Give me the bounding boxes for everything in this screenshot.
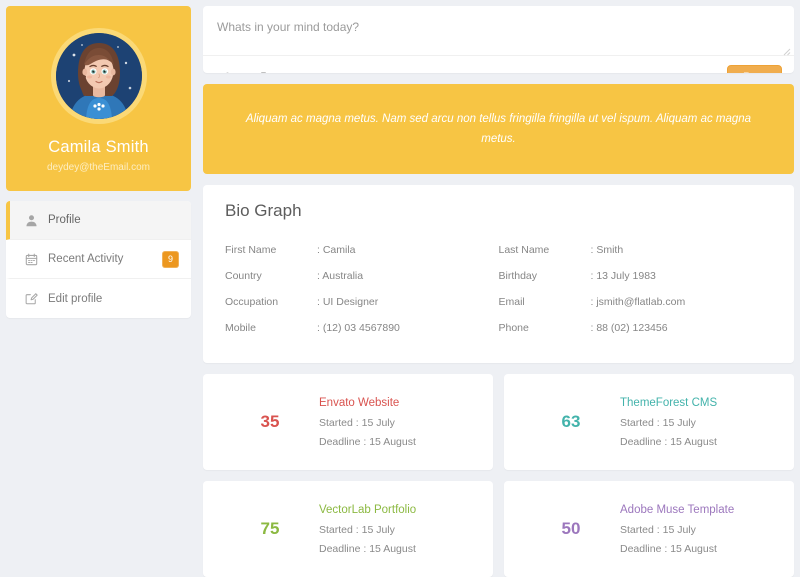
sidebar-item-recent-activity[interactable]: Recent Activity 9 — [6, 240, 191, 279]
project-title[interactable]: ThemeForest CMS — [620, 397, 776, 409]
sidebar-item-profile[interactable]: Profile — [6, 201, 191, 240]
sidebar: Camila Smith deydey@theEmail.com Profile — [6, 6, 191, 577]
avatar — [50, 28, 147, 124]
project-deadline: Deadline : 15 August — [620, 435, 717, 448]
status-badge: 9 — [161, 250, 179, 268]
profile-name: Camila Smith — [48, 138, 149, 156]
sidebar-item-label: Profile — [48, 214, 81, 226]
bio-row: Mobile : (12) 03 4567890 — [225, 315, 499, 341]
bio-row: Email : jsmith@flatlab.com — [499, 289, 773, 315]
project-started: Started : 15 July — [620, 523, 696, 536]
project-deadline: Deadline : 15 August — [319, 435, 416, 448]
bio-label: Birthday — [498, 270, 538, 282]
project-number: 50 — [561, 519, 581, 538]
post-toolbar: Post — [203, 56, 794, 73]
project-title[interactable]: VectorLab Portfolio — [319, 504, 475, 516]
project-info: VectorLab Portfolio Started : 15 July De… — [319, 504, 475, 555]
bio-value: : 88 (02) 123456 — [590, 322, 668, 334]
post-tool-icons — [219, 70, 727, 73]
project-started: Started : 15 July — [319, 416, 395, 429]
bio-column-right: Last Name : Smith Birthday : 13 July 198… — [499, 237, 773, 341]
project-number: 75 — [260, 519, 280, 538]
bio-graph-card: Bio Graph First Name : Camila Country : … — [203, 185, 794, 363]
bio-value: : jsmith@flatlab.com — [590, 296, 686, 308]
profile-email: deydey@theEmail.com — [47, 162, 150, 173]
post-textarea-wrapper — [203, 6, 794, 56]
project-number: 63 — [561, 412, 581, 431]
bio-row: Birthday : 13 July 1983 — [499, 263, 773, 289]
bio-label: First Name — [225, 244, 277, 256]
sidebar-menu: Profile Recent Activity 9 Edit profile — [6, 201, 191, 318]
bio-row: Last Name : Smith — [499, 237, 773, 263]
project-deadline: Deadline : 15 August — [319, 542, 416, 555]
bio-label: Phone — [498, 322, 529, 334]
bio-value: : Australia — [317, 270, 364, 282]
sidebar-item-label: Edit profile — [48, 292, 103, 305]
project-started: Started : 15 July — [620, 416, 696, 429]
microphone-icon[interactable] — [327, 70, 343, 73]
user-icon — [24, 213, 39, 228]
profile-card: Camila Smith deydey@theEmail.com — [6, 6, 191, 191]
sidebar-item-label: Recent Activity — [48, 253, 124, 265]
bio-column-left: First Name : Camila Country : Australia … — [225, 237, 499, 341]
bio-columns: First Name : Camila Country : Australia … — [225, 237, 772, 341]
bio-label: Country — [225, 270, 262, 282]
bio-row: First Name : Camila — [225, 237, 499, 263]
project-card[interactable]: 50 Adobe Muse Template Started : 15 July… — [504, 481, 794, 577]
project-started: Started : 15 July — [319, 523, 395, 536]
bio-label: Mobile — [225, 322, 256, 334]
project-cards: 35 Envato Website Started : 15 July Dead… — [203, 374, 794, 577]
edit-pencil-icon — [24, 291, 39, 306]
bio-row: Phone : 88 (02) 123456 — [499, 315, 773, 341]
quote-banner: Aliquam ac magna metus. Nam sed arcu non… — [203, 83, 794, 174]
bio-value: : (12) 03 4567890 — [317, 322, 400, 334]
post-submit-button[interactable]: Post — [726, 65, 782, 73]
sidebar-item-edit-profile[interactable]: Edit profile — [6, 279, 191, 318]
bio-row: Occupation : UI Designer — [225, 289, 499, 315]
project-title[interactable]: Adobe Muse Template — [620, 504, 776, 516]
user-avatar-illustration-icon — [55, 33, 142, 119]
project-title[interactable]: Envato Website — [319, 397, 475, 409]
bio-value: : 13 July 1983 — [590, 270, 656, 282]
page-title: Bio Graph — [225, 201, 302, 220]
bio-label: Occupation — [225, 296, 279, 308]
bio-value: : Camila — [317, 244, 356, 256]
project-info: Adobe Muse Template Started : 15 July De… — [620, 504, 776, 555]
bio-label: Last Name — [498, 244, 550, 256]
bio-label: Email — [498, 296, 525, 308]
post-composer: Post — [203, 6, 794, 73]
project-info: ThemeForest CMS Started : 15 July Deadli… — [620, 397, 776, 448]
film-icon[interactable] — [291, 70, 307, 73]
main-content: Post Aliquam ac magna metus. Nam sed arc… — [203, 6, 794, 577]
bio-value: : UI Designer — [317, 296, 379, 308]
bio-row: Country : Australia — [225, 263, 499, 289]
post-input[interactable] — [203, 6, 794, 55]
project-card[interactable]: 63 ThemeForest CMS Started : 15 July Dea… — [504, 374, 794, 470]
bio-value: : Smith — [590, 244, 624, 256]
camera-icon[interactable] — [255, 70, 271, 73]
map-marker-icon[interactable] — [219, 70, 235, 73]
project-card[interactable]: 75 VectorLab Portfolio Started : 15 July… — [203, 481, 493, 577]
project-info: Envato Website Started : 15 July Deadlin… — [319, 397, 475, 448]
profile-page: Camila Smith deydey@theEmail.com Profile — [0, 0, 800, 577]
project-number: 35 — [260, 412, 280, 431]
project-card[interactable]: 35 Envato Website Started : 15 July Dead… — [203, 374, 493, 470]
calendar-icon — [24, 252, 39, 267]
project-deadline: Deadline : 15 August — [620, 542, 717, 555]
